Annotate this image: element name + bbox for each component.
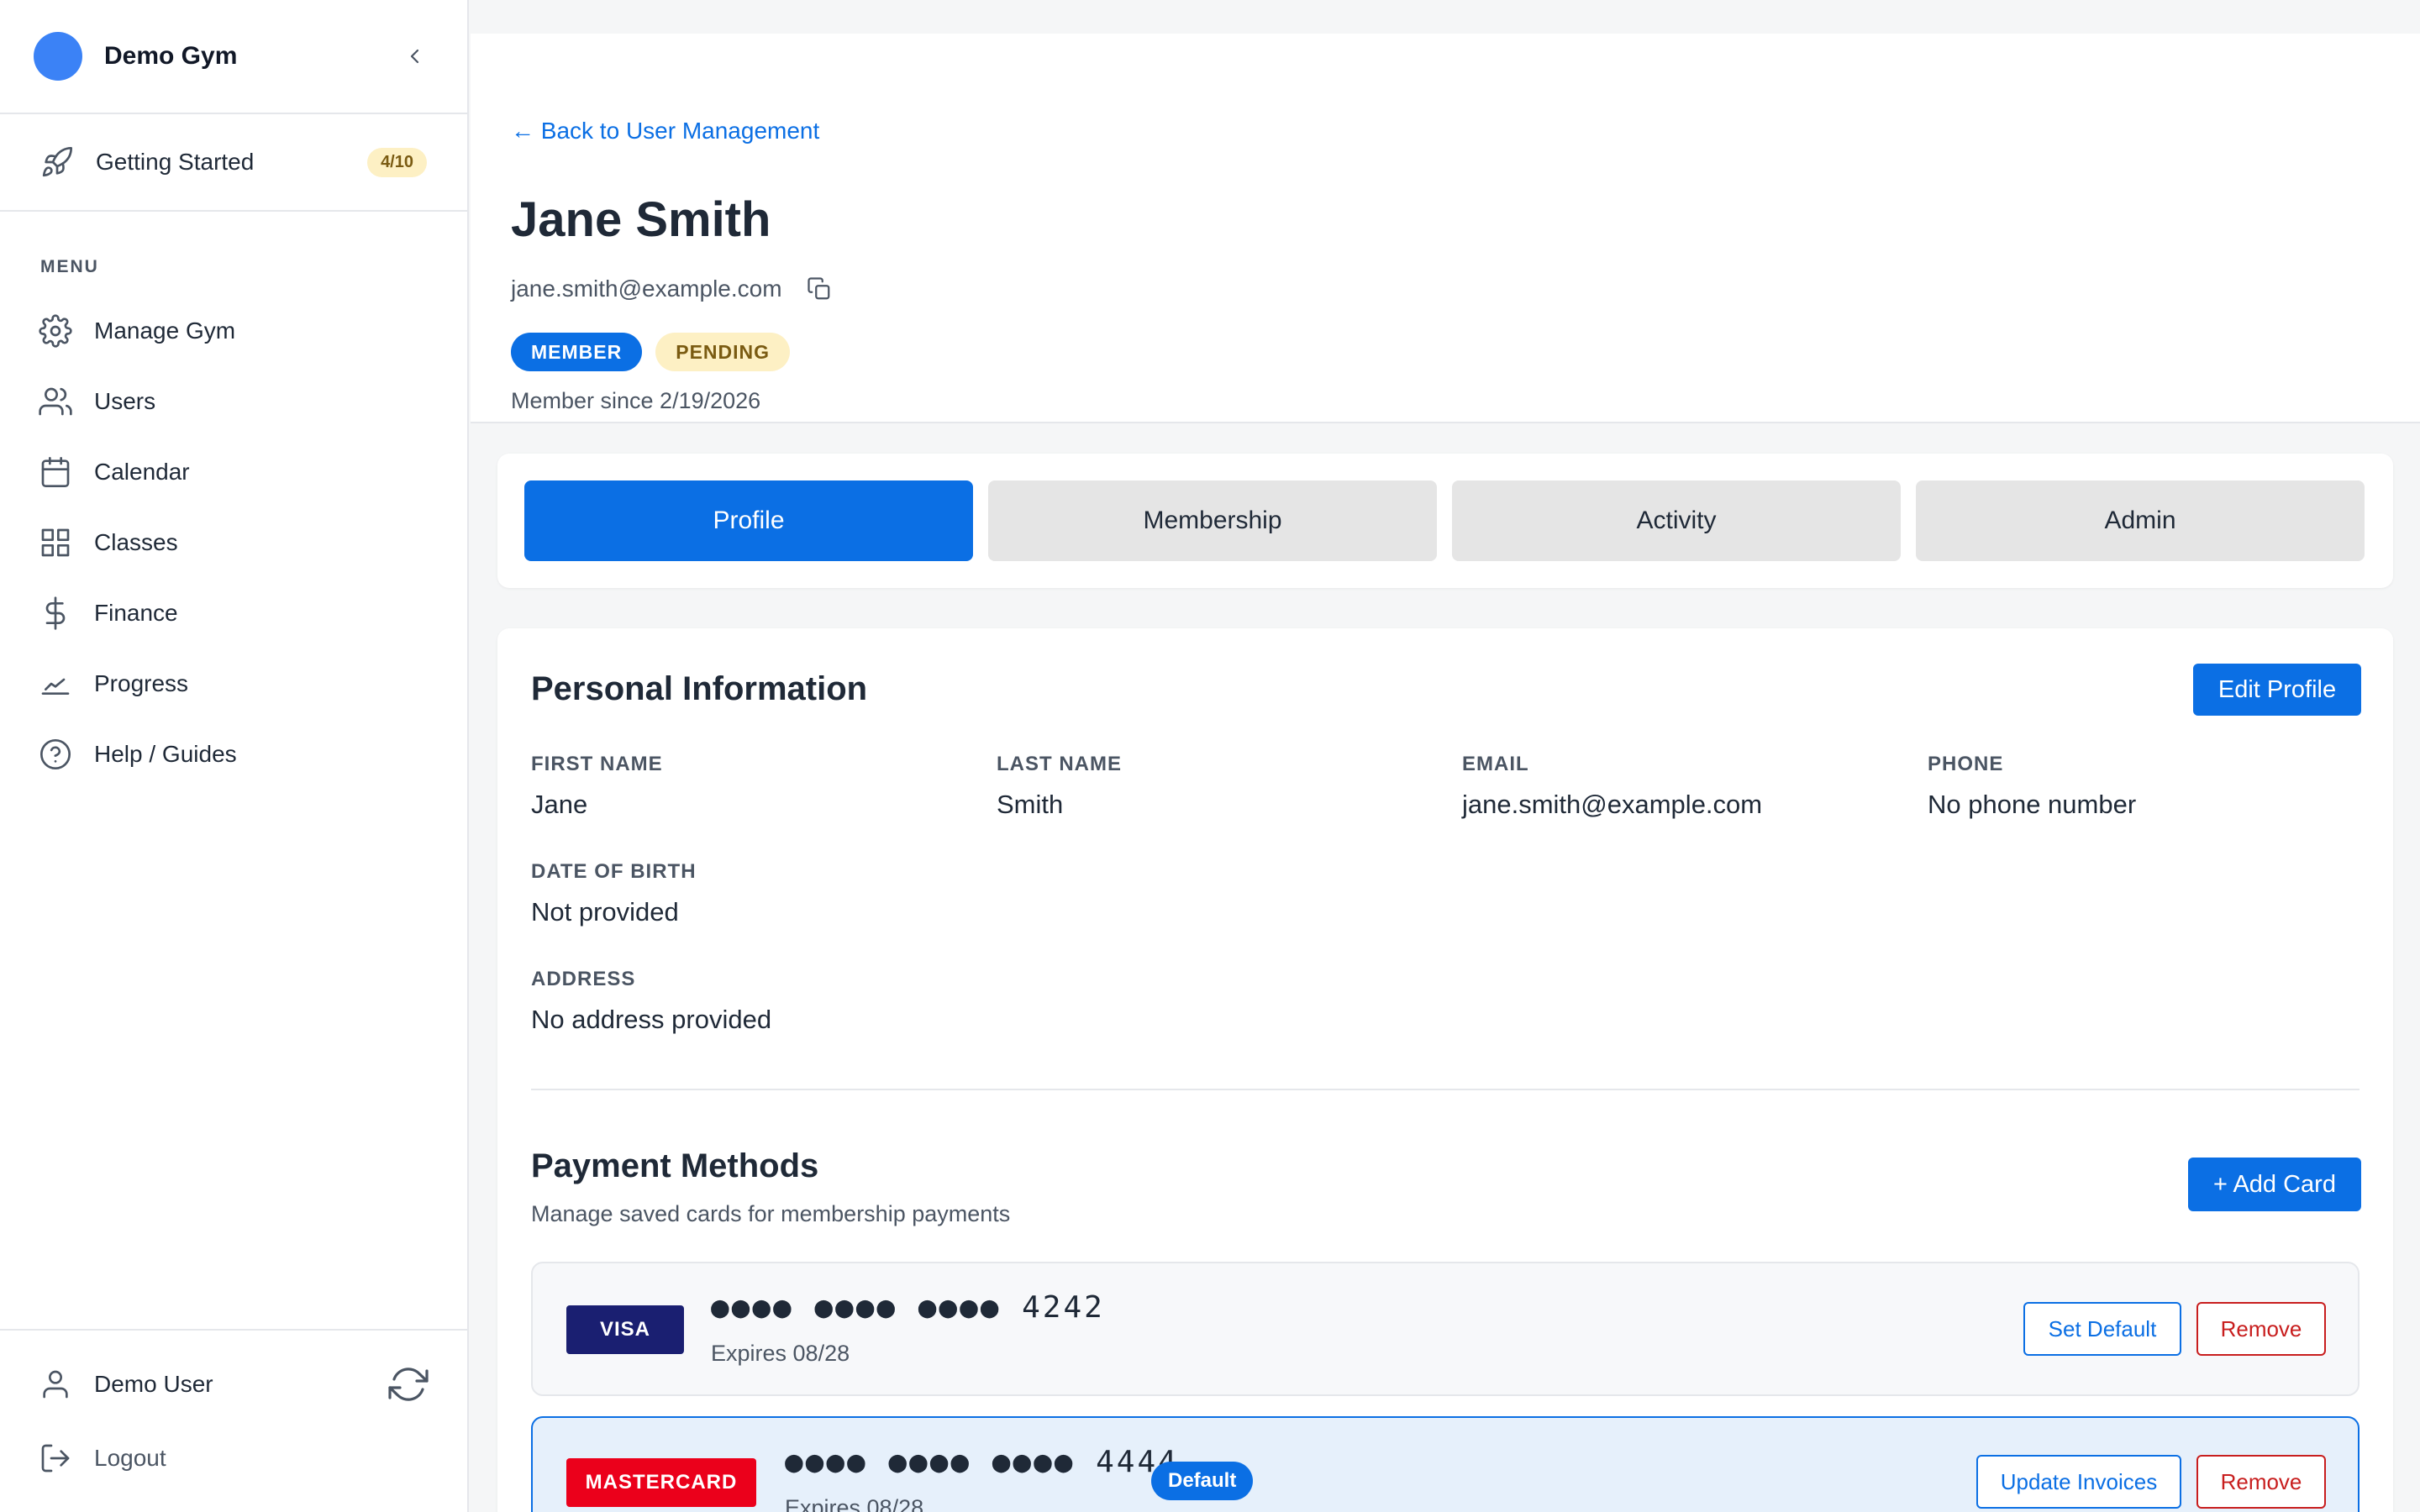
field-value: No phone number <box>1928 790 2137 819</box>
remove-card-button[interactable]: Remove <box>2196 1455 2326 1509</box>
sidebar-item-calendar[interactable]: Calendar <box>0 437 467 507</box>
role-badge: MEMBER <box>511 333 643 371</box>
user-header: ← Back to User Management Jane Smith jan… <box>471 34 2420 423</box>
section-divider <box>531 1089 2360 1090</box>
sidebar-item-label: Manage Gym <box>94 318 236 344</box>
sidebar-item-manage-gym[interactable]: Manage Gym <box>0 296 467 366</box>
sidebar-footer: Demo User Logout <box>0 1329 467 1512</box>
card-brand-badge: MASTERCARD <box>566 1458 756 1507</box>
calendar-icon <box>41 457 70 487</box>
tab-admin[interactable]: Admin <box>1916 480 2365 561</box>
card-number: ●●●● ●●●● ●●●● 4242 <box>711 1290 1105 1325</box>
logout-icon <box>41 1444 70 1473</box>
dollar-icon <box>45 596 66 630</box>
refresh-icon[interactable] <box>388 1364 429 1404</box>
card-number: ●●●● ●●●● ●●●● 4444 <box>785 1445 1179 1479</box>
sidebar-item-label: Getting Started <box>96 149 255 175</box>
tab-membership[interactable]: Membership <box>988 480 1437 561</box>
back-to-user-management-link[interactable]: ← Back to User Management <box>511 118 819 144</box>
field-label: DATE OF BIRTH <box>531 860 697 883</box>
payment-card-visa: VISA ●●●● ●●●● ●●●● 4242 Expires 08/28 S… <box>531 1262 2360 1396</box>
users-icon <box>39 387 72 416</box>
brand-name: Demo Gym <box>104 42 238 70</box>
card-brand-badge: VISA <box>566 1305 684 1354</box>
payment-methods-title: Payment Methods <box>531 1147 819 1184</box>
sidebar-item-progress[interactable]: Progress <box>0 648 467 719</box>
sidebar: Demo Gym Getting Started 4/10 MENU Manag… <box>0 0 469 1512</box>
sidebar-item-label: Progress <box>94 670 189 696</box>
sidebar-item-users[interactable]: Users <box>0 366 467 437</box>
tab-profile[interactable]: Profile <box>524 480 973 561</box>
sidebar-item-label: Help / Guides <box>94 741 237 767</box>
status-badges: MEMBER PENDING <box>511 333 791 371</box>
field-value: Smith <box>997 790 1064 819</box>
collapse-sidebar-button[interactable] <box>397 38 434 75</box>
date-of-birth-field: DATE OF BIRTH Not provided <box>531 860 697 927</box>
sidebar-item-label: Classes <box>94 529 178 555</box>
card-expiry: Expires 08/28 <box>785 1495 924 1512</box>
field-label: FIRST NAME <box>531 753 663 775</box>
status-badge: PENDING <box>655 333 791 371</box>
phone-field: PHONE No phone number <box>1928 753 2136 820</box>
brand-logo <box>34 32 82 81</box>
menu-heading: MENU <box>40 257 99 276</box>
current-user[interactable]: Demo User <box>0 1347 467 1421</box>
grid-icon <box>41 528 70 557</box>
user-email-row: jane.smith@example.com <box>511 274 834 304</box>
set-default-button[interactable]: Set Default <box>2023 1302 2181 1356</box>
sidebar-item-label: Users <box>94 388 156 414</box>
field-value: Jane <box>531 790 588 819</box>
last-name-field: LAST NAME Smith <box>997 753 1122 820</box>
member-since: Member since 2/19/2026 <box>511 388 761 413</box>
sidebar-item-label: Calendar <box>94 459 190 485</box>
sidebar-item-finance[interactable]: Finance <box>0 578 467 648</box>
tab-activity[interactable]: Activity <box>1452 480 1901 561</box>
remove-card-button[interactable]: Remove <box>2196 1302 2326 1356</box>
field-label: ADDRESS <box>531 968 636 990</box>
field-value: No address provided <box>531 1005 772 1034</box>
chevron-left-icon <box>410 49 419 64</box>
email-field: EMAIL jane.smith@example.com <box>1462 753 1762 820</box>
logout-button[interactable]: Logout <box>0 1421 467 1495</box>
main-content: ← Back to User Management Jane Smith jan… <box>471 0 2420 1512</box>
profile-panel: Personal Information Edit Profile FIRST … <box>497 628 2393 1512</box>
page-title: Jane Smith <box>511 192 771 247</box>
progress-badge: 4/10 <box>367 147 427 177</box>
user-email: jane.smith@example.com <box>511 276 782 302</box>
edit-profile-button[interactable]: Edit Profile <box>2193 664 2361 716</box>
tab-bar: Profile Membership Activity Admin <box>524 480 2365 561</box>
default-card-badge: Default <box>1151 1462 1254 1500</box>
payment-card-mastercard: MASTERCARD ●●●● ●●●● ●●●● 4444 Expires 0… <box>531 1416 2360 1512</box>
gear-icon <box>39 314 72 348</box>
first-name-field: FIRST NAME Jane <box>531 753 663 820</box>
logout-label: Logout <box>94 1445 166 1471</box>
user-icon <box>43 1370 68 1399</box>
personal-information-title: Personal Information <box>531 670 868 707</box>
update-invoices-button[interactable]: Update Invoices <box>1976 1455 2181 1509</box>
field-label: EMAIL <box>1462 753 1529 775</box>
current-user-name: Demo User <box>94 1371 213 1397</box>
help-circle-icon <box>40 739 71 769</box>
field-label: LAST NAME <box>997 753 1122 775</box>
sidebar-item-help[interactable]: Help / Guides <box>0 719 467 790</box>
rocket-icon <box>42 146 72 177</box>
sidebar-item-getting-started[interactable]: Getting Started 4/10 <box>0 114 467 212</box>
card-expiry: Expires 08/28 <box>711 1341 850 1366</box>
tabs-container: Profile Membership Activity Admin <box>497 454 2393 588</box>
add-card-button[interactable]: + Add Card <box>2188 1158 2361 1211</box>
sidebar-item-label: Finance <box>94 600 178 626</box>
payment-methods-subtitle: Manage saved cards for membership paymen… <box>531 1201 1011 1226</box>
copy-email-button[interactable] <box>804 274 834 304</box>
copy-icon <box>807 277 829 300</box>
field-value: jane.smith@example.com <box>1462 790 1763 819</box>
sidebar-brand: Demo Gym <box>0 0 467 114</box>
address-field: ADDRESS No address provided <box>531 968 771 1035</box>
sidebar-item-classes[interactable]: Classes <box>0 507 467 578</box>
field-label: PHONE <box>1928 753 2004 775</box>
sidebar-nav: Manage Gym Users Calendar Classes Financ… <box>0 296 467 790</box>
chart-line-icon <box>41 678 70 695</box>
field-value: Not provided <box>531 897 679 927</box>
